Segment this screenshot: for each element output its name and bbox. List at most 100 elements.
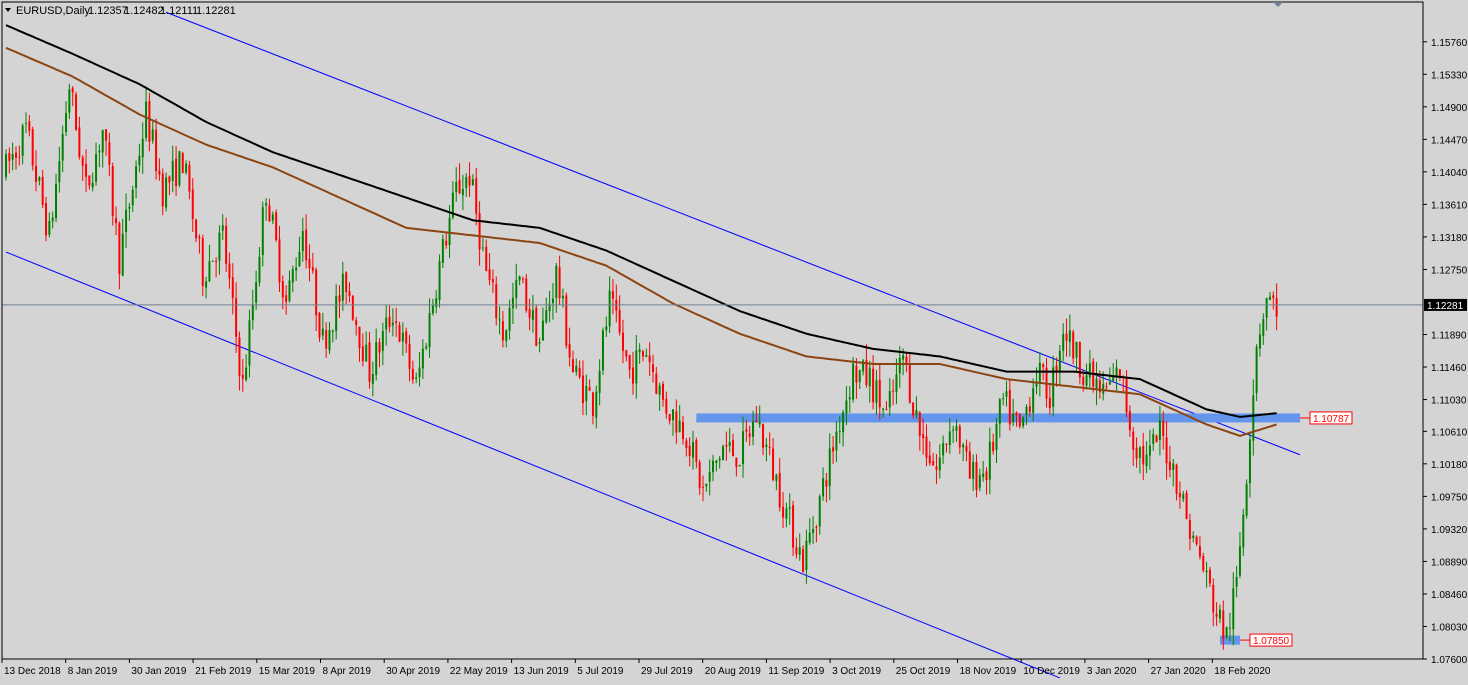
candle-bull <box>291 269 294 283</box>
candle-bear <box>588 386 591 391</box>
candle-bear <box>682 421 685 440</box>
candle-bull <box>1148 445 1151 456</box>
candle-bear <box>985 471 988 481</box>
y-tick-label: 1.10180 <box>1431 460 1468 471</box>
candle-bull <box>375 342 378 376</box>
candle-bear <box>772 448 775 480</box>
candle-bull <box>818 496 821 527</box>
candle-bear <box>181 153 184 174</box>
candle-bear <box>675 411 678 433</box>
candle-bull <box>95 154 98 182</box>
candle-bear <box>85 163 88 177</box>
candle-bull <box>645 355 648 357</box>
candle-bear <box>625 349 628 357</box>
candle-bull <box>1115 367 1118 376</box>
candle-bear <box>195 219 198 239</box>
candle-bull <box>1218 609 1221 619</box>
candle-bear <box>782 506 785 518</box>
candle-bull <box>785 508 788 519</box>
candle-bear <box>111 166 114 217</box>
candle-bear <box>1272 295 1275 298</box>
candle-bull <box>135 166 138 188</box>
candle-bear <box>378 342 381 353</box>
candle-bear <box>965 446 968 452</box>
candle-bear <box>115 218 118 224</box>
candle-bull <box>1238 546 1241 576</box>
candle-bull <box>605 326 608 331</box>
x-tick-label: 21 Feb 2019 <box>195 666 252 677</box>
level-band-0 <box>696 413 1300 423</box>
candle-bear <box>1042 364 1045 368</box>
candle-bear <box>591 392 594 416</box>
candle-bull <box>295 267 298 271</box>
candle-bear <box>825 480 828 487</box>
candle-bear <box>641 351 644 357</box>
candle-bull <box>208 261 211 282</box>
candle-bear <box>872 368 875 403</box>
candle-bear <box>1135 447 1138 459</box>
candle-bull <box>838 430 841 432</box>
candle-bear <box>158 170 161 175</box>
candle-bear <box>1222 610 1225 639</box>
candle-bull <box>335 296 338 332</box>
candle-bear <box>922 434 925 439</box>
candle-bull <box>1252 395 1255 441</box>
candle-bull <box>722 446 725 461</box>
y-tick-label: 1.08890 <box>1431 557 1468 568</box>
y-tick-label: 1.08460 <box>1431 590 1468 601</box>
candle-bull <box>952 429 955 431</box>
candle-bear <box>358 326 361 348</box>
y-tick-label: 1.15330 <box>1431 70 1468 81</box>
candle-bear <box>278 239 281 283</box>
candle-bull <box>888 391 891 408</box>
candle-bull <box>255 282 258 303</box>
candle-bull <box>708 471 711 482</box>
ohlc-close: 1.12281 <box>196 5 236 17</box>
candle-bull <box>401 332 404 342</box>
y-tick-label: 1.14900 <box>1431 103 1468 114</box>
x-tick-label: 30 Jan 2019 <box>131 666 186 677</box>
candle-bear <box>528 309 531 318</box>
candle-bull <box>151 129 154 141</box>
candle-bull <box>718 458 721 461</box>
candle-bull <box>1058 350 1061 372</box>
x-tick-label: 25 Oct 2019 <box>896 666 951 677</box>
candle-bull <box>845 400 848 414</box>
candle-bear <box>571 359 574 373</box>
candle-bull <box>435 298 438 308</box>
y-tick-label: 1.13610 <box>1431 200 1468 211</box>
candle-bull <box>321 328 324 336</box>
candle-bear <box>992 441 995 452</box>
candle-bear <box>832 447 835 452</box>
candle-bear <box>621 332 624 351</box>
candle-bull <box>1052 367 1055 407</box>
candle-bull <box>882 408 885 410</box>
candle-bear <box>348 291 351 297</box>
candle-bear <box>368 342 371 382</box>
candle-bear <box>925 436 928 458</box>
candle-bear <box>88 175 91 186</box>
candle-bull <box>538 342 541 344</box>
candle-bull <box>178 151 181 185</box>
candle-bull <box>1102 384 1105 394</box>
candle-bull <box>1152 433 1155 444</box>
candle-bear <box>238 337 241 376</box>
candle-bull <box>561 296 564 299</box>
candle-bull <box>1225 627 1228 638</box>
x-tick-label: 20 Aug 2019 <box>705 666 762 677</box>
candle-bull <box>68 89 71 113</box>
candle-bear <box>1105 386 1108 388</box>
candle-bear <box>15 152 18 158</box>
candle-bull <box>728 441 731 446</box>
candle-bull <box>448 217 451 246</box>
candle-bear <box>732 440 735 457</box>
candle-bear <box>345 272 348 292</box>
y-tick-label: 1.10610 <box>1431 427 1468 438</box>
candle-bear <box>231 277 234 298</box>
candle-bull <box>808 532 811 543</box>
candle-bull <box>91 182 94 188</box>
candle-bear <box>311 267 314 271</box>
y-tick-label: 1.08030 <box>1431 622 1468 633</box>
candle-bear <box>958 426 961 448</box>
candle-bull <box>518 276 521 281</box>
